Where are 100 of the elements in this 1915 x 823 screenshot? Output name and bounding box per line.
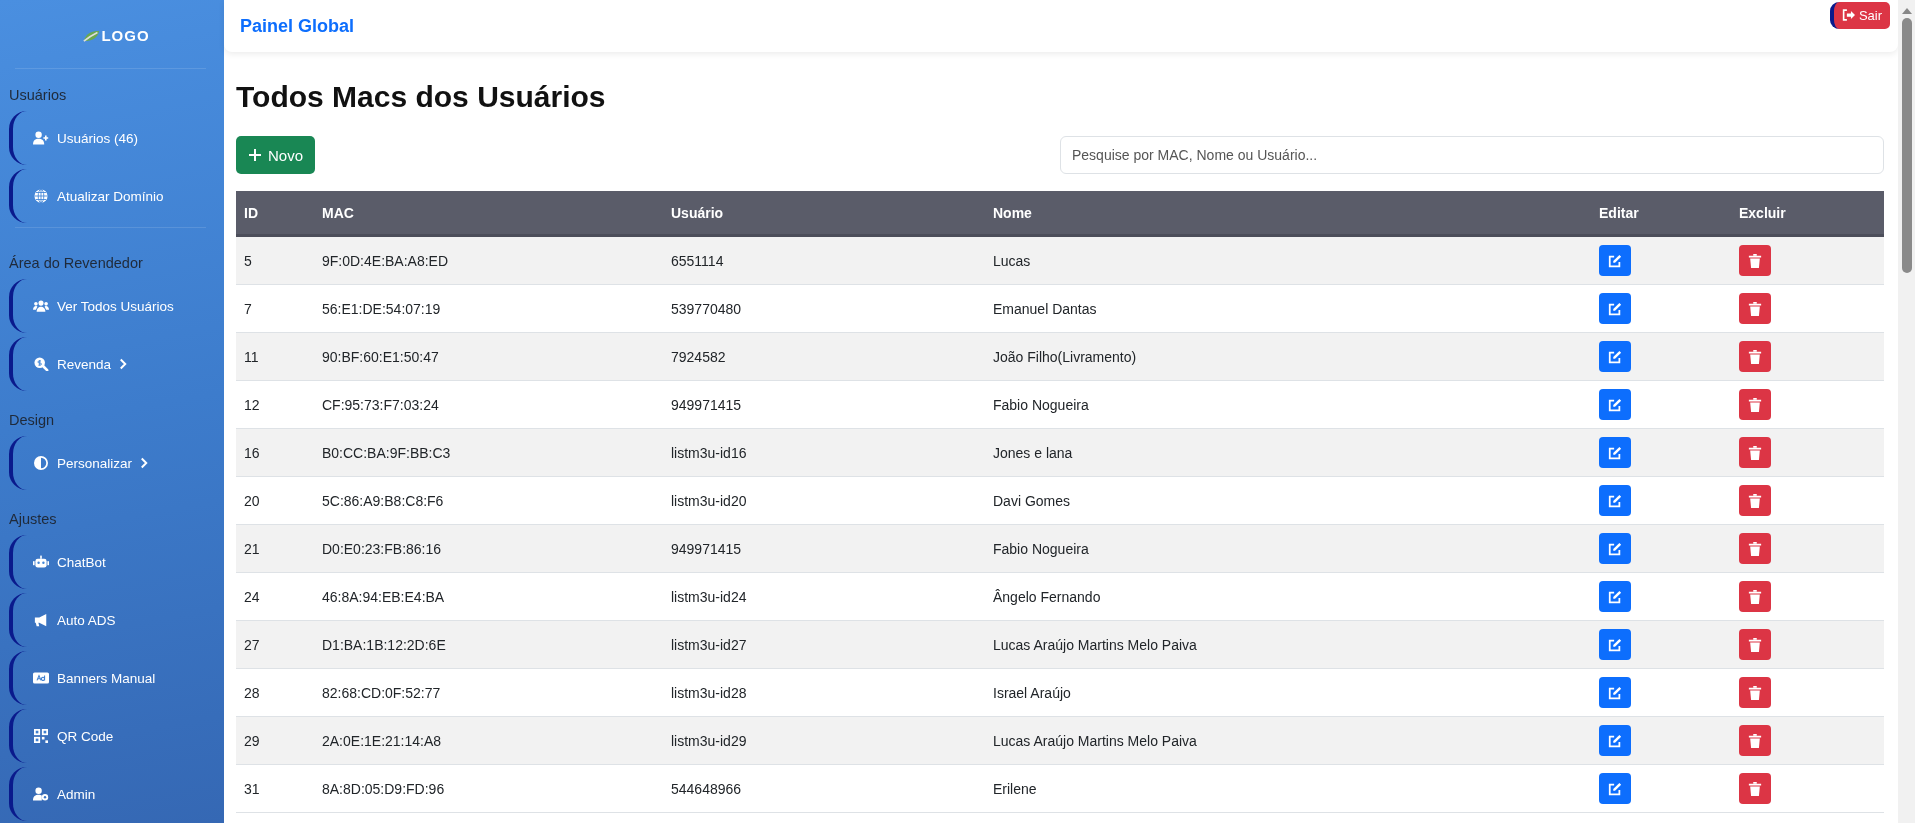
pencil-square-icon (1608, 397, 1622, 412)
user-gear-icon (33, 787, 49, 801)
edit-button[interactable] (1599, 533, 1631, 564)
trash-icon (1748, 301, 1762, 316)
table-cell: Davi Gomes (985, 476, 1591, 525)
delete-button[interactable] (1739, 725, 1771, 756)
section-title: Design (9, 411, 56, 430)
table-cell: 11 (236, 332, 314, 381)
table-cell: Fabio Nogueira (985, 380, 1591, 429)
table-cell: Lucas Araújo Martins Melo Paiva (985, 716, 1591, 765)
table-cell: B0:CC:BA:9F:BB:C3 (314, 428, 663, 477)
trash-icon (1748, 733, 1762, 748)
sidebar-item[interactable]: Atualizar Domínio (9, 169, 224, 223)
table-cell: CF:95:73:F7:03:24 (314, 380, 663, 429)
table-cell: 46:8A:94:EB:E4:BA (314, 572, 663, 621)
sidebar-item[interactable]: Auto ADS (9, 593, 224, 647)
pencil-square-icon (1608, 493, 1622, 508)
qr-code-icon (33, 729, 49, 743)
delete-button[interactable] (1739, 341, 1771, 372)
table-cell: 27 (236, 620, 314, 669)
trash-icon (1748, 541, 1762, 556)
sidebar-item[interactable]: Ver Todos Usuários (9, 279, 224, 333)
sidebar-item[interactable]: Admin (9, 767, 224, 821)
table-cell: listm3u-id28 (663, 668, 985, 717)
pencil-square-icon (1608, 445, 1622, 460)
delete-button[interactable] (1739, 581, 1771, 612)
edit-button[interactable] (1599, 437, 1631, 468)
edit-button[interactable] (1599, 629, 1631, 660)
section-title: Área do Revendedor (9, 254, 144, 273)
delete-button[interactable] (1739, 293, 1771, 324)
section-title: Usuários (9, 86, 68, 105)
logout-button[interactable]: Sair (1829, 1, 1890, 29)
table-cell: 8A:8D:05:D9:FD:96 (314, 764, 663, 813)
table-cell: 5 (236, 235, 314, 285)
delete-button[interactable] (1739, 773, 1771, 804)
delete-button[interactable] (1739, 437, 1771, 468)
pencil-square-icon (1608, 253, 1622, 268)
page-title: Todos Macs dos Usuários (236, 80, 607, 114)
table-cell: 539770480 (663, 284, 985, 333)
table-cell: D0:E0:23:FB:86:16 (314, 524, 663, 573)
sidebar-item[interactable]: QR Code (9, 709, 224, 763)
trash-icon (1748, 253, 1762, 268)
table-cell: 29 (236, 716, 314, 765)
trash-icon (1748, 589, 1762, 604)
sidebar-item[interactable]: ChatBot (9, 535, 224, 589)
table-cell: 12 (236, 380, 314, 429)
scrollbar[interactable] (1898, 0, 1915, 823)
delete-button[interactable] (1739, 389, 1771, 420)
pencil-square-icon (1608, 301, 1622, 316)
table-cell: Lucas Araújo Martins Melo Paiva (985, 620, 1591, 669)
table-cell: listm3u-id20 (663, 476, 985, 525)
pencil-square-icon (1608, 541, 1622, 556)
edit-button[interactable] (1599, 773, 1631, 804)
table-cell: 31 (236, 764, 314, 813)
table-cell: Israel Araújo (985, 668, 1591, 717)
edit-button[interactable] (1599, 725, 1631, 756)
edit-button[interactable] (1599, 677, 1631, 708)
edit-button[interactable] (1599, 581, 1631, 612)
column-header: Usuário (663, 191, 985, 236)
magnifier-dollar-icon (33, 357, 49, 371)
edit-button[interactable] (1599, 389, 1631, 420)
pencil-square-icon (1608, 589, 1622, 604)
chevron-right-icon (119, 358, 128, 370)
edit-button[interactable] (1599, 341, 1631, 372)
table-cell: 16 (236, 428, 314, 477)
edit-button[interactable] (1599, 293, 1631, 324)
new-button[interactable]: Novo (236, 136, 316, 174)
edit-button[interactable] (1599, 485, 1631, 516)
trash-icon (1748, 637, 1762, 652)
delete-button[interactable] (1739, 533, 1771, 564)
sidebar-item[interactable]: Banners Manual (9, 651, 224, 705)
table-cell: Lucas (985, 235, 1591, 285)
table-cell: 7924582 (663, 332, 985, 381)
table-cell: 24 (236, 572, 314, 621)
sidebar-item[interactable]: Revenda (9, 337, 224, 391)
delete-button[interactable] (1739, 485, 1771, 516)
trash-icon (1748, 397, 1762, 412)
table-cell: listm3u-id29 (663, 716, 985, 765)
sidebar-item[interactable]: Personalizar (9, 436, 224, 490)
delete-button[interactable] (1739, 245, 1771, 276)
table-cell: 21 (236, 524, 314, 573)
table-cell: Fabio Nogueira (985, 524, 1591, 573)
trash-icon (1748, 685, 1762, 700)
table-cell: 949971415 (663, 380, 985, 429)
sidebar-item[interactable]: Usuários (46) (9, 111, 224, 165)
table-cell: 20 (236, 476, 314, 525)
header-title: Painel Global (240, 15, 355, 37)
robot-icon (33, 555, 49, 569)
pencil-square-icon (1608, 781, 1622, 796)
delete-button[interactable] (1739, 677, 1771, 708)
table-cell: 949971415 (663, 524, 985, 573)
delete-button[interactable] (1739, 629, 1771, 660)
trash-icon (1748, 781, 1762, 796)
search-field[interactable]: Pesquise por MAC, Nome ou Usuário... (1060, 136, 1884, 174)
table-cell: listm3u-id27 (663, 620, 985, 669)
edit-button[interactable] (1599, 245, 1631, 276)
table-cell: Emanuel Dantas (985, 284, 1591, 333)
table-cell: 90:BF:60:E1:50:47 (314, 332, 663, 381)
users-icon (33, 299, 49, 313)
table-cell: listm3u-id16 (663, 428, 985, 477)
